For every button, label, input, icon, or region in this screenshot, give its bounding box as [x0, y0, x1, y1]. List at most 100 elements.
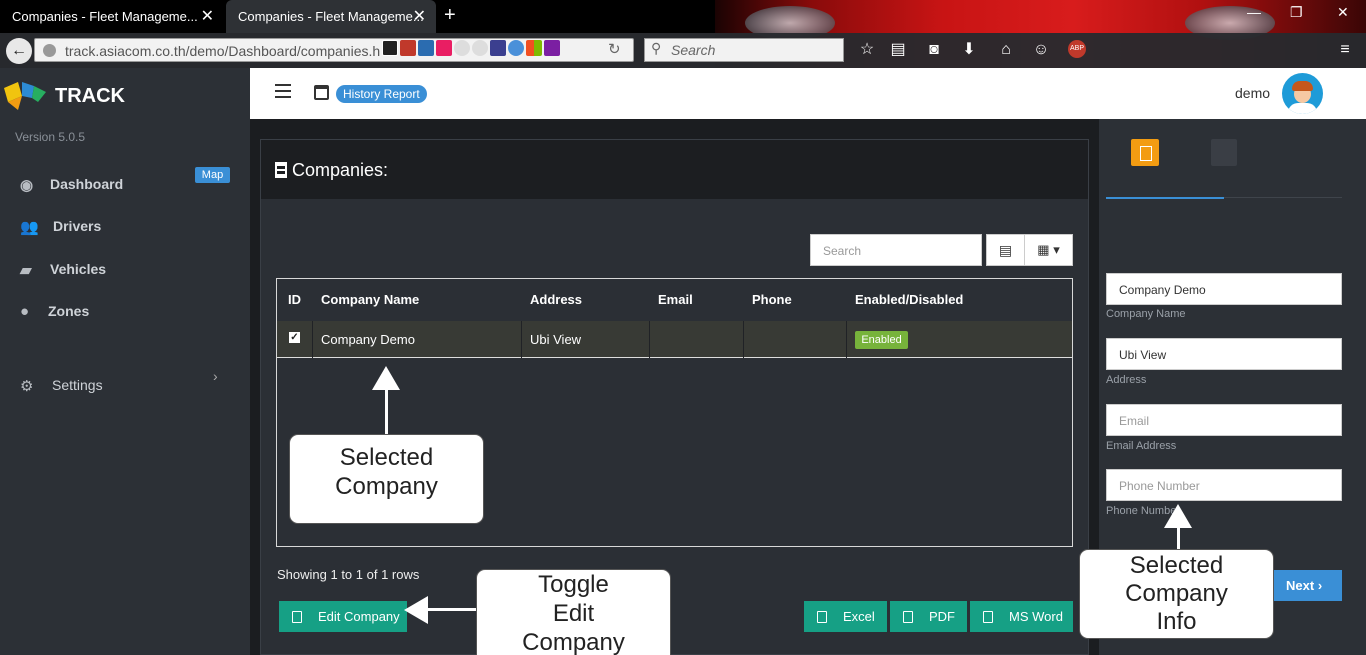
status-badge: Enabled: [855, 331, 908, 349]
calendar-icon[interactable]: [314, 85, 329, 100]
reload-icon[interactable]: ↻: [608, 40, 621, 58]
column-divider: [846, 321, 847, 358]
callout-line: Toggle: [538, 571, 609, 598]
avatar[interactable]: [1282, 73, 1323, 114]
user-name[interactable]: demo: [1235, 85, 1270, 101]
sidebar-item-vehicles[interactable]: ▰ Vehicles: [0, 249, 250, 289]
callout-line: Company: [522, 629, 625, 655]
minimize-icon[interactable]: —: [1247, 4, 1261, 20]
export-word-button[interactable]: MS Word: [970, 601, 1073, 632]
table-search-input[interactable]: Search: [810, 234, 982, 266]
close-window-icon[interactable]: ✕: [1337, 4, 1349, 21]
column-header-enabled[interactable]: Enabled/Disabled: [855, 292, 963, 307]
clock2-icon[interactable]: [472, 40, 488, 56]
truck-icon: ▰: [20, 262, 32, 279]
sidebar-item-label: Settings: [52, 377, 103, 393]
columns-dropdown-button[interactable]: ▦ ▾: [1024, 234, 1073, 266]
column-header-address[interactable]: Address: [530, 292, 582, 307]
browser-tab[interactable]: Companies - Fleet Manageme... ✕: [0, 0, 224, 33]
page-title-text: Companies:: [292, 160, 389, 180]
edit-company-button[interactable]: Edit Company: [279, 601, 407, 632]
brand-name: TRACK: [55, 85, 125, 107]
flag-icon[interactable]: [382, 40, 398, 56]
callout-arrow-line: [385, 388, 388, 436]
dashboard-icon: ◉: [20, 177, 34, 194]
track-logo: [4, 82, 46, 110]
column-divider: [521, 321, 522, 358]
sidebar: [0, 68, 250, 655]
callout-line: Selected: [339, 444, 434, 471]
callout-arrow-line: [1177, 526, 1180, 550]
back-arrow-icon[interactable]: ←: [6, 38, 32, 64]
tab-title: Companies - Fleet Manageme...: [12, 9, 198, 24]
pagination-info: Showing 1 to 1 of 1 rows: [277, 567, 420, 582]
sidebar-item-label: Vehicles: [50, 261, 107, 277]
next-button[interactable]: Next ›: [1274, 570, 1342, 601]
grid-icon: ▦: [1037, 242, 1050, 257]
close-tab-icon[interactable]: ✕: [413, 6, 426, 26]
addon-pink-icon[interactable]: [436, 40, 452, 56]
sidebar-item-zones[interactable]: ● Zones: [0, 291, 250, 331]
browser-tab-active[interactable]: Companies - Fleet Manageme... ✕: [226, 0, 436, 33]
callout-selected-info: Selected Company Info: [1079, 549, 1274, 639]
callout-line: Info: [1156, 608, 1197, 635]
phone-field[interactable]: Phone Number: [1106, 469, 1342, 501]
callout-arrow: [404, 596, 428, 624]
column-header-email[interactable]: Email: [658, 292, 693, 307]
column-divider: [312, 321, 313, 358]
email-field[interactable]: Email: [1106, 404, 1342, 436]
callout-selected-company: Selected Company: [289, 434, 484, 524]
company-info-tab[interactable]: [1131, 139, 1159, 166]
email-label: Email Address: [1106, 440, 1177, 452]
building-icon: [292, 611, 302, 623]
users-icon: 👥: [20, 219, 39, 236]
cell-company-name: Company Demo: [321, 332, 415, 347]
export-pdf-button[interactable]: PDF: [890, 601, 967, 632]
search-placeholder: Search: [671, 42, 716, 58]
hello-icon[interactable]: ☺: [1031, 40, 1051, 60]
history-report-button[interactable]: History Report: [336, 85, 427, 103]
home-icon[interactable]: ⌂: [996, 40, 1016, 60]
column-header-company-name[interactable]: Company Name: [321, 292, 419, 307]
column-header-id[interactable]: ID: [288, 292, 301, 307]
restore-icon[interactable]: ❐: [1290, 4, 1303, 21]
sidebar-item-drivers[interactable]: 👥 Drivers: [0, 206, 250, 246]
pdf-label: PDF: [929, 609, 955, 624]
column-header-phone[interactable]: Phone: [752, 292, 792, 307]
close-tab-icon[interactable]: ✕: [201, 6, 214, 26]
word-label: MS Word: [1009, 609, 1063, 624]
company-name-field[interactable]: Company Demo: [1106, 273, 1342, 305]
sidebar-item-label: Dashboard: [50, 176, 124, 192]
map-badge[interactable]: Map: [195, 167, 230, 183]
reading-list-icon[interactable]: ▤: [888, 40, 908, 60]
download-icon[interactable]: ⬇: [959, 40, 979, 60]
address-field[interactable]: Ubi View: [1106, 338, 1342, 370]
hamburger-menu-icon[interactable]: [275, 84, 291, 98]
toggle-view-button[interactable]: ▤: [986, 234, 1025, 266]
windows-icon[interactable]: [526, 40, 542, 56]
page-title: Companies:: [275, 160, 388, 181]
pocket-icon[interactable]: ◙: [924, 40, 944, 60]
adblock-icon[interactable]: ABP: [1068, 40, 1086, 58]
clock-icon[interactable]: [454, 40, 470, 56]
addon-f-icon[interactable]: [400, 40, 416, 56]
callout-arrow: [372, 366, 400, 390]
url-text: track.asiacom.co.th/demo/Dashboard/compa…: [65, 43, 381, 59]
file-pdf-icon: [903, 611, 913, 623]
bookmark-star-icon[interactable]: ☆: [857, 40, 877, 60]
menu-icon[interactable]: ≡: [1335, 40, 1355, 60]
next-step-tab[interactable]: [1211, 139, 1237, 166]
moon-icon[interactable]: [508, 40, 524, 56]
browser-search-input[interactable]: ⚲ Search: [644, 38, 844, 62]
y-icon[interactable]: [544, 40, 560, 56]
new-tab-icon[interactable]: +: [444, 4, 456, 27]
export-excel-button[interactable]: Excel: [804, 601, 887, 632]
b-icon[interactable]: [490, 40, 506, 56]
callout-line: Company: [1125, 580, 1228, 607]
iis-icon[interactable]: [418, 40, 434, 56]
address-label: Address: [1106, 374, 1147, 386]
column-divider: [743, 321, 744, 358]
edit-company-label: Edit Company: [318, 609, 400, 624]
sidebar-item-label: Drivers: [53, 218, 102, 234]
row-checkbox[interactable]: ✓: [289, 332, 300, 343]
